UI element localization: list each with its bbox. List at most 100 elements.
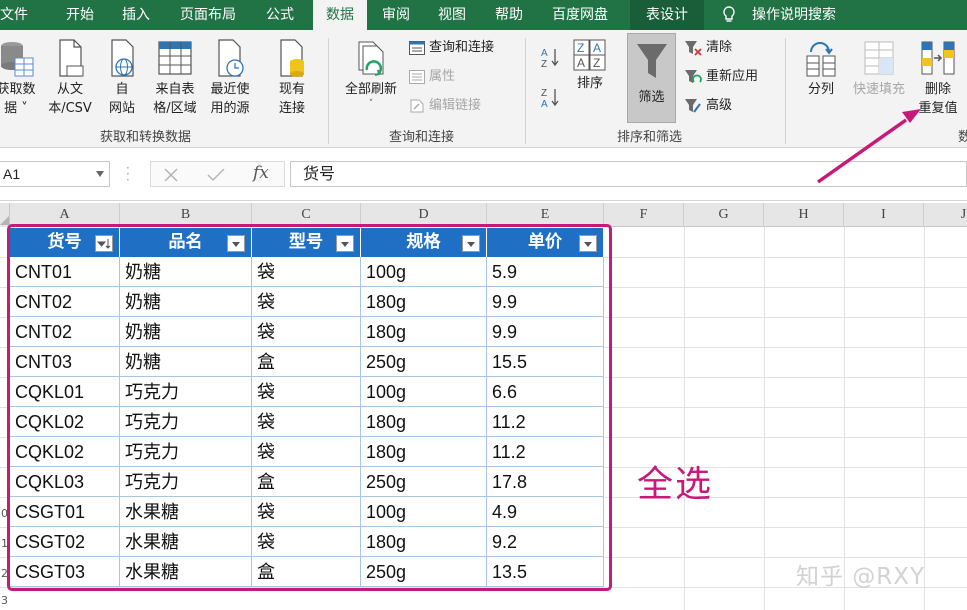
remove-duplicates-label: 删除 重复值 — [918, 82, 958, 116]
queries-pane-icon — [409, 40, 425, 55]
svg-text:Z: Z — [541, 88, 547, 99]
svg-text:A: A — [593, 41, 601, 55]
ribbon-divider — [328, 38, 329, 144]
get-data-button[interactable]: 获取数 据 ˅ — [0, 38, 40, 118]
refresh-all-label: 全部刷新 — [344, 82, 397, 97]
from-table-label: 来自表 格/区域 — [153, 82, 197, 116]
edit-links-label: 编辑链接 — [429, 98, 482, 113]
group-label-data-tools: 数 — [958, 130, 967, 145]
filter-button[interactable]: 筛选 — [627, 33, 676, 123]
svg-text:A: A — [577, 56, 585, 70]
grid-line — [684, 227, 685, 610]
text-file-icon — [59, 39, 84, 77]
tab-help[interactable]: 帮助 — [495, 0, 523, 30]
filter-label: 筛选 — [638, 90, 665, 105]
column-header-i[interactable]: I — [844, 203, 924, 227]
insert-function-icon[interactable]: fx — [253, 163, 269, 183]
tab-page-layout[interactable]: 页面布局 — [180, 0, 236, 30]
existing-connections-label: 现有 连接 — [278, 82, 305, 116]
tab-view[interactable]: 视图 — [438, 0, 466, 30]
column-header-g[interactable]: G — [684, 203, 764, 227]
tab-data[interactable]: 数据 — [313, 0, 367, 30]
reapply-button[interactable]: 重新应用 — [684, 67, 758, 87]
from-csv-label: 从文 本/CSV — [48, 82, 92, 116]
tab-insert[interactable]: 插入 — [122, 0, 150, 30]
table-range-icon — [158, 41, 192, 75]
formula-bar: A1 · · · fx 货号 — [0, 149, 967, 201]
tab-tell-me-search[interactable]: 操作说明搜索 — [752, 0, 836, 30]
from-web-button[interactable]: 自 网站 — [100, 38, 144, 118]
column-header-j[interactable]: J — [924, 203, 967, 227]
sort-descending-icon[interactable]: Z A — [539, 86, 561, 108]
tab-table-design[interactable]: 表设计 — [630, 0, 704, 30]
refresh-all-button[interactable]: 全部刷新 ˅ — [338, 38, 404, 109]
ribbon-divider — [785, 38, 786, 144]
queries-connections-button[interactable]: 查询和连接 — [409, 38, 494, 58]
select-all-corner[interactable] — [0, 203, 10, 227]
from-table-range-button[interactable]: 来自表 格/区域 — [148, 38, 202, 118]
connection-file-icon — [280, 39, 304, 77]
lightbulb-icon — [723, 6, 735, 22]
existing-connections-button[interactable]: 现有 连接 — [270, 38, 314, 118]
ribbon-data: 获取数 据 ˅ 从文 本/CSV 自 网站 来自表 格/区域 最近使 用的源 现… — [0, 30, 967, 148]
recent-clock-icon — [218, 39, 244, 77]
selection-highlight-frame — [7, 224, 612, 591]
chevron-down-icon: ˅ — [368, 99, 374, 109]
sort-ascending-icon[interactable]: A Z — [539, 46, 561, 68]
from-web-label: 自 网站 — [108, 82, 135, 116]
svg-text:A: A — [541, 48, 548, 59]
clear-filter-button[interactable]: 清除 — [684, 38, 732, 58]
group-label-sort-filter: 排序和筛选 — [617, 130, 683, 145]
group-label-get-transform: 获取和转换数据 — [100, 130, 192, 145]
svg-text:Z: Z — [593, 56, 600, 70]
properties-button[interactable]: 属性 — [409, 67, 455, 87]
properties-label: 属性 — [429, 69, 456, 84]
reapply-icon — [685, 69, 702, 83]
recent-sources-label: 最近使 用的源 — [210, 82, 250, 116]
sort-dialog-icon: Z A A Z — [573, 39, 606, 71]
recent-sources-button[interactable]: 最近使 用的源 — [204, 38, 256, 118]
row-header-13[interactable]: 3 — [0, 594, 9, 607]
tab-baidu-netdisk[interactable]: 百度网盘 — [552, 0, 608, 30]
sort-label: 排序 — [576, 76, 603, 91]
clear-label: 清除 — [706, 40, 733, 55]
queries-connections-label: 查询和连接 — [429, 40, 495, 55]
enter-check-icon[interactable] — [207, 168, 225, 182]
tab-formulas[interactable]: 公式 — [266, 0, 294, 30]
advanced-filter-button[interactable]: 高级 — [684, 96, 732, 116]
advanced-label: 高级 — [706, 98, 733, 113]
remove-duplicates-icon — [921, 41, 955, 75]
tab-review[interactable]: 审阅 — [382, 0, 410, 30]
ribbon-tab-bar: 文件 开始 插入 页面布局 公式 数据 审阅 视图 帮助 百度网盘 表设计 操作… — [0, 0, 967, 30]
chevron-down-icon[interactable] — [96, 171, 104, 177]
sort-button[interactable]: Z A A Z 排序 — [568, 38, 612, 93]
text-to-columns-button[interactable]: 分列 — [798, 38, 844, 99]
ribbon-divider — [525, 38, 526, 144]
name-box[interactable]: A1 — [0, 161, 110, 187]
cancel-icon[interactable] — [164, 168, 178, 182]
grid-line — [764, 227, 765, 610]
edit-links-button[interactable]: 编辑链接 — [409, 96, 481, 116]
svg-text:Z: Z — [541, 59, 547, 68]
formula-bar-grip[interactable]: · · · — [126, 162, 130, 186]
column-header-h[interactable]: H — [764, 203, 844, 227]
flash-fill-button[interactable]: 快速填充 — [846, 38, 912, 99]
group-label-queries: 查询和连接 — [389, 130, 455, 145]
advanced-filter-icon — [685, 98, 701, 113]
tab-file[interactable]: 文件 — [0, 0, 34, 30]
text-to-columns-icon — [806, 42, 836, 77]
tab-home[interactable]: 开始 — [66, 0, 94, 30]
select-all-triangle-icon — [0, 216, 9, 225]
grid-line — [924, 227, 925, 610]
text-to-columns-label: 分列 — [807, 82, 834, 97]
refresh-all-icon — [358, 41, 384, 76]
name-box-value: A1 — [3, 166, 21, 182]
watermark: 知乎 @RXY — [796, 564, 926, 590]
column-header-f[interactable]: F — [604, 203, 684, 227]
formula-input[interactable]: 货号 — [290, 161, 967, 187]
properties-icon — [409, 69, 425, 84]
from-text-csv-button[interactable]: 从文 本/CSV — [42, 38, 98, 118]
edit-links-icon — [410, 99, 424, 112]
flash-fill-icon — [864, 41, 894, 75]
remove-duplicates-button[interactable]: 删除 重复值 — [912, 38, 964, 118]
